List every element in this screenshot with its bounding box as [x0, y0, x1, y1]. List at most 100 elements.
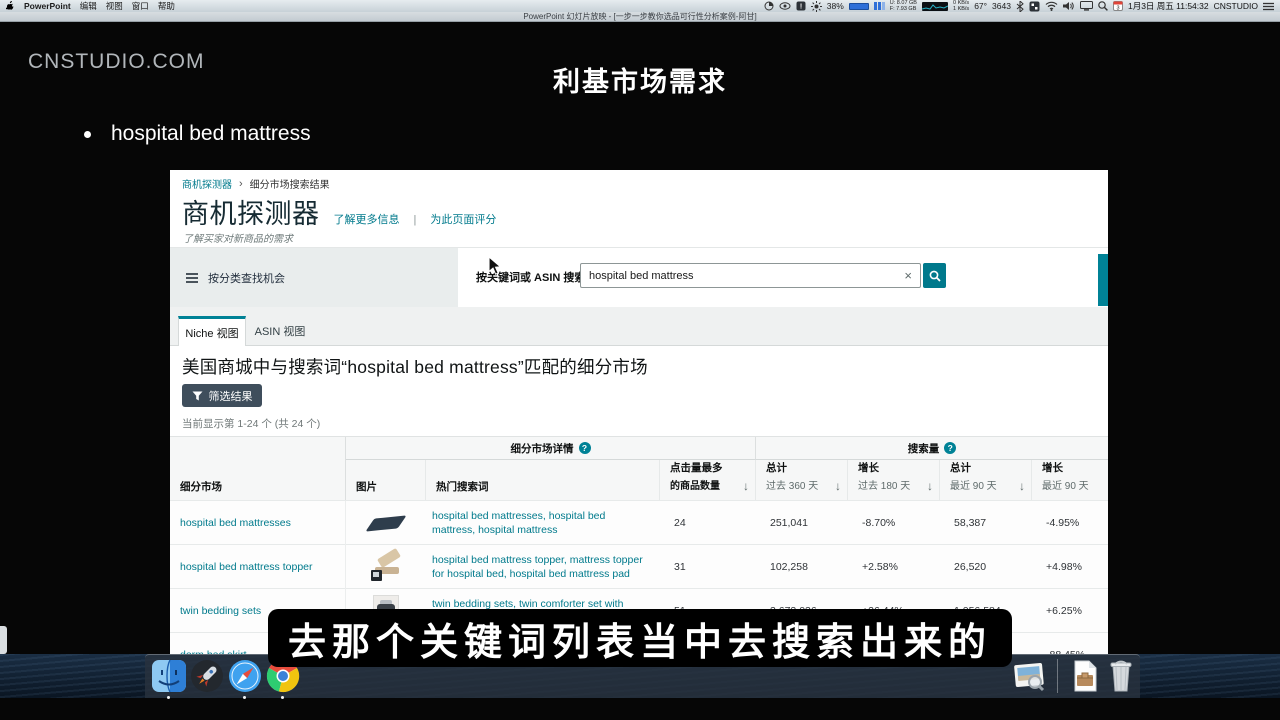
presenter-toolbar-sliver[interactable] — [0, 626, 7, 654]
display-mirroring-icon[interactable] — [1080, 1, 1093, 11]
growth-180: +2.58% — [848, 561, 940, 573]
col-total-360: 总计 过去 360 天 ↓ — [756, 460, 848, 500]
col-image: 图片 — [346, 460, 426, 500]
input-source-icon[interactable] — [1029, 1, 1040, 12]
menu-item-help[interactable]: 帮助 — [158, 0, 175, 12]
preview-icon[interactable] — [1011, 658, 1047, 694]
volume-icon[interactable] — [1063, 1, 1075, 11]
learn-more-link[interactable]: 了解更多信息 — [334, 211, 400, 227]
results-count: 当前显示第 1-24 个 (共 24 个) — [182, 416, 320, 431]
search-icon — [929, 270, 941, 282]
finder-icon[interactable] — [151, 658, 187, 694]
niche-link[interactable]: hospital bed mattresses — [170, 501, 346, 545]
brightness-icon[interactable] — [811, 1, 822, 12]
sort-down-icon[interactable]: ↓ — [835, 479, 841, 494]
view-tabs: Niche 视图 ASIN 视图 — [170, 307, 1108, 346]
running-indicator — [167, 696, 170, 699]
calendar-icon[interactable]: 3 — [1113, 1, 1123, 11]
sort-down-icon[interactable]: ↓ — [743, 479, 749, 494]
menu-clock[interactable]: 1月3日 周五 11:54:32 — [1128, 0, 1209, 12]
search-button[interactable] — [923, 263, 946, 288]
network-readout: 0 KB/s1 KB/s — [953, 0, 969, 12]
group-search-volume: 搜索量 ? — [756, 437, 1108, 460]
top-keywords[interactable]: hospital bed mattress topper, mattress t… — [426, 553, 660, 581]
trash-icon[interactable] — [1103, 658, 1139, 694]
search-box[interactable]: × — [580, 263, 921, 288]
account-name[interactable]: CNSTUDIO — [1214, 1, 1258, 11]
col-top-clicked: 点击量最多 的商品数量 ↓ — [660, 460, 756, 500]
fan-rpm: 3643 — [992, 1, 1011, 11]
growth-90: +4.98% — [1032, 561, 1108, 573]
feedback-side-tab[interactable] — [1098, 254, 1108, 306]
running-indicator — [243, 696, 246, 699]
bluetooth-icon[interactable] — [1016, 1, 1024, 12]
breadcrumb-root-link[interactable]: 商机探测器 — [182, 176, 232, 191]
breadcrumb-current: 细分市场搜索结果 — [250, 176, 330, 191]
rate-page-link[interactable]: 为此页面评分 — [430, 211, 496, 227]
col-keywords: 热门搜索词 — [426, 460, 660, 500]
apple-menu-icon[interactable] — [6, 1, 15, 11]
search-band: 按分类查找机会 按关键词或 ASIN 搜索 × — [170, 247, 1108, 307]
running-indicator — [281, 696, 284, 699]
menu-item-view[interactable]: 视图 — [106, 0, 123, 12]
desktop: PowerPoint 编辑 视图 窗口 帮助 ! 38% U: 8.07 GBF… — [0, 0, 1280, 720]
filter-results-button[interactable]: 筛选结果 — [182, 384, 262, 407]
page-title: 商机探测器 — [182, 192, 320, 231]
bullet-text: hospital bed mattress — [111, 122, 311, 146]
funnel-icon — [192, 391, 203, 401]
col-growth-180: 增长 过去 180 天 ↓ — [848, 460, 940, 500]
svg-text:3: 3 — [1116, 6, 1119, 11]
niche-link[interactable]: hospital bed mattress topper — [170, 545, 346, 589]
help-icon[interactable]: ? — [579, 442, 591, 454]
temperature: 67° — [974, 1, 987, 11]
clear-search-icon[interactable]: × — [896, 269, 920, 282]
menu-item-app[interactable]: PowerPoint — [24, 1, 71, 11]
launchpad-icon[interactable] — [189, 658, 225, 694]
wifi-icon[interactable] — [1045, 1, 1058, 11]
group-niche-details: 细分市场详情 ? — [346, 437, 756, 460]
window-title: PowerPoint 幻灯片放映 - [一步一步教你选品可行性分析案例-阿甘] — [523, 11, 756, 22]
tab-niche-view[interactable]: Niche 视图 — [178, 316, 246, 346]
col-niche: 细分市场 — [170, 437, 346, 500]
subtitle-caption: 去那个关键词列表当中去搜索出来的 — [268, 609, 1012, 667]
spotlight-search-icon[interactable] — [1098, 1, 1108, 11]
top-keywords[interactable]: hospital bed mattresses, hospital bed ma… — [426, 509, 660, 537]
link-divider: | — [414, 214, 417, 226]
dock-divider — [1057, 659, 1058, 693]
menu-item-window[interactable]: 窗口 — [132, 0, 149, 12]
warning-icon[interactable]: ! — [796, 1, 806, 11]
col-growth-90: 增长 最近 90 天 — [1032, 460, 1108, 500]
cpu-meter-icon — [849, 3, 869, 10]
subtitle-text: 去那个关键词列表当中去搜索出来的 — [288, 611, 992, 666]
table-row[interactable]: hospital bed mattress topper hospital be… — [170, 544, 1108, 588]
mouse-cursor — [488, 256, 502, 276]
table-header: 细分市场 细分市场详情 ? 搜索量 ? 图片 热门搜索词 点击量最多 — [170, 436, 1108, 500]
sort-down-icon[interactable]: ↓ — [1019, 479, 1025, 494]
safari-icon[interactable] — [227, 658, 263, 694]
browse-by-category[interactable]: 按分类查找机会 — [170, 248, 458, 308]
chevron-right-icon: › — [239, 178, 243, 190]
breadcrumb: 商机探测器 › 细分市场搜索结果 — [182, 176, 330, 191]
top-clicked-count: 31 — [660, 561, 756, 573]
table-row[interactable]: hospital bed mattresses hospital bed mat… — [170, 500, 1108, 544]
bullet-dot-icon — [84, 131, 91, 138]
menu-list-icon[interactable] — [1263, 2, 1274, 11]
svg-text:!: ! — [800, 4, 802, 11]
cpu-percent: 38% — [827, 1, 844, 11]
sort-down-icon[interactable]: ↓ — [927, 479, 933, 494]
window-title-bar[interactable]: PowerPoint 幻灯片放映 - [一步一步教你选品可行性分析案例-阿甘] — [0, 12, 1280, 22]
help-icon[interactable]: ? — [944, 442, 956, 454]
menu-item-edit[interactable]: 编辑 — [80, 0, 97, 12]
growth-90: -4.95% — [1032, 517, 1108, 529]
tab-asin-view[interactable]: ASIN 视图 — [246, 316, 314, 346]
search-input[interactable] — [581, 270, 896, 282]
network-graph-icon — [922, 2, 948, 11]
slide-title: 利基市场需求 — [0, 60, 1280, 99]
pie-menu-icon[interactable] — [764, 1, 774, 11]
growth-180: -8.70% — [848, 517, 940, 529]
product-image — [346, 551, 426, 583]
eye-icon[interactable] — [779, 1, 791, 11]
results-heading: 美国商城中与搜索词“hospital bed mattress”匹配的细分市场 — [182, 354, 648, 379]
documents-icon[interactable] — [1067, 658, 1103, 694]
total-360: 251,041 — [756, 517, 848, 529]
